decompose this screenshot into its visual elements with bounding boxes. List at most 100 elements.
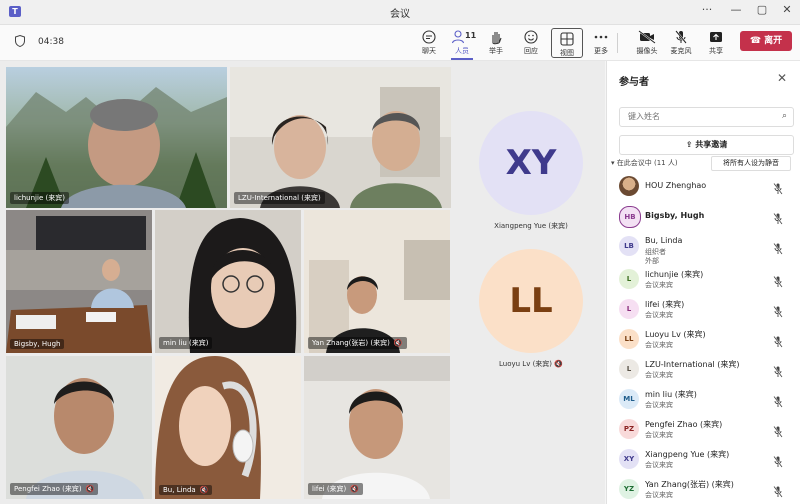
participant-name: lifei (来宾)	[645, 300, 685, 309]
search-box[interactable]: ⌕	[619, 107, 794, 127]
muted-mic-icon[interactable]	[773, 303, 783, 318]
avatar: PZ	[619, 419, 639, 439]
participant-name: Pengfei Zhao (来宾)	[645, 420, 723, 429]
participant-role: 会议来宾	[645, 341, 673, 349]
phone-hangup-icon: ☎	[749, 36, 762, 46]
video-tile[interactable]: min liu (来宾)	[155, 210, 301, 353]
participant-video	[6, 87, 227, 208]
minimize-button[interactable]: —	[726, 3, 746, 16]
participant-row[interactable]: HB Bigsby, Hugh	[607, 202, 800, 230]
close-icon[interactable]: ✕	[777, 71, 787, 85]
leave-button[interactable]: ☎ 离开	[740, 31, 792, 51]
share-invite-label: 共享邀请	[695, 140, 728, 149]
chat-button[interactable]: 聊天	[414, 27, 444, 59]
video-tile[interactable]: Yan Zhang(张岩) (来宾) 🔇	[304, 210, 450, 353]
react-button[interactable]: 回应	[516, 27, 546, 59]
participant-role: 会议来宾	[645, 281, 673, 289]
close-window-button[interactable]: ✕	[777, 3, 797, 16]
avatar: LL	[619, 329, 639, 349]
raise-hand-icon	[492, 32, 502, 45]
maximize-button[interactable]: ▢	[752, 3, 772, 16]
avatar: YZ	[619, 479, 639, 499]
tile-name-label: Yan Zhang(张岩) (来宾) 🔇	[308, 337, 407, 349]
participant-name: Yan Zhang(张岩) (来宾)	[645, 480, 734, 489]
muted-mic-icon[interactable]	[773, 363, 783, 378]
avatar-tile[interactable]: XY Xiangpeng Yue (来宾)	[466, 111, 596, 231]
camera-button[interactable]: 摄像头	[632, 27, 662, 59]
participant-name: Bigsby, Hugh	[645, 211, 705, 220]
search-icon[interactable]: ⌕	[782, 111, 787, 121]
tile-name-label: Pengfei Zhao (来宾) 🔇	[10, 483, 99, 495]
tile-name-label: min liu (来宾)	[159, 337, 213, 349]
in-meeting-header[interactable]: ▾ 在此会议中 (11 人)	[611, 158, 678, 168]
muted-mic-icon: 🔇	[199, 486, 209, 494]
muted-mic-icon[interactable]	[773, 210, 783, 225]
search-input[interactable]	[626, 111, 770, 122]
participant-name: min liu (来宾)	[645, 390, 697, 399]
participant-row[interactable]: LB Bu, Linda 组织者 外部	[607, 232, 800, 265]
muted-mic-icon: 🔇	[350, 485, 360, 493]
participant-row[interactable]: PZ Pengfei Zhao (来宾) 会议来宾	[607, 415, 800, 443]
microphone-label: 麦克风	[670, 47, 692, 55]
participant-video	[6, 210, 152, 353]
raise-hand-button[interactable]: 举手	[481, 27, 511, 59]
avatar-tile[interactable]: LL Luoyu Lv (来宾) 🔇	[466, 249, 596, 369]
video-tile[interactable]: Bu, Linda 🔇	[155, 356, 301, 499]
chat-label: 聊天	[422, 47, 436, 55]
participant-row[interactable]: Llichunjie (来宾) 会议来宾	[607, 265, 800, 293]
participant-role: 会议来宾	[645, 431, 673, 439]
muted-mic-icon[interactable]	[773, 273, 783, 288]
avatar: L	[619, 359, 639, 379]
tile-name-label: lichunjie (来宾)	[10, 192, 69, 204]
chat-icon	[422, 30, 436, 44]
muted-mic-icon[interactable]	[773, 180, 783, 195]
share-invite-button[interactable]: ⇪ 共享邀请	[619, 135, 794, 155]
avatar-tile-name: Luoyu Lv (来宾)	[499, 360, 553, 368]
shield-icon[interactable]	[15, 35, 25, 47]
participant-video	[155, 210, 301, 353]
camera-label: 摄像头	[636, 47, 658, 55]
more-options-icon[interactable]: ···	[697, 3, 717, 16]
more-button[interactable]: 更多	[586, 27, 616, 59]
video-tile[interactable]: Pengfei Zhao (来宾) 🔇	[6, 356, 152, 499]
camera-off-icon	[638, 30, 656, 44]
participant-role: 会议来宾	[645, 311, 673, 319]
muted-mic-icon[interactable]	[773, 453, 783, 468]
participant-video	[155, 356, 301, 499]
microphone-button[interactable]: 麦克风	[666, 27, 696, 59]
muted-mic-icon[interactable]	[773, 423, 783, 438]
tile-name-text: lifei (来宾)	[312, 485, 347, 493]
participant-row[interactable]: ML min liu (来宾) 会议来宾	[607, 385, 800, 413]
view-button[interactable]: 视图	[551, 28, 583, 58]
participant-row[interactable]: LL Luoyu Lv (来宾) 会议来宾	[607, 325, 800, 353]
mute-all-button[interactable]: 将所有人设为静音	[711, 156, 791, 171]
participant-name: lichunjie (来宾)	[645, 270, 704, 279]
participant-row[interactable]: HOU Zhenghao	[607, 172, 800, 200]
participant-name: LZU-International (来宾)	[645, 360, 740, 369]
participant-video	[304, 210, 450, 353]
participant-row[interactable]: YZ Yan Zhang(张岩) (来宾) 会议来宾	[607, 475, 800, 503]
people-button[interactable]: 11 人员	[447, 27, 477, 60]
muted-mic-icon[interactable]	[773, 393, 783, 408]
participant-role: 会议来宾	[645, 461, 673, 469]
share-label: 共享	[709, 47, 723, 55]
panel-title: 参与者	[619, 77, 649, 88]
participants-panel: 参与者 ✕ ⌕ ⇪ 共享邀请 ▾ 在此会议中 (11 人) 将所有人设为静音 H…	[606, 61, 800, 504]
participant-row[interactable]: L LZU-International (来宾) 会议来宾	[607, 355, 800, 383]
video-tile[interactable]: lifei (来宾) 🔇	[304, 356, 450, 499]
share-button[interactable]: 共享	[701, 27, 731, 59]
window-title: 会议	[390, 9, 410, 20]
participant-name: Bu, Linda	[645, 236, 683, 245]
video-tile[interactable]: LZU-International (来宾)	[230, 67, 451, 208]
title-bar: T 会议 ··· — ▢ ✕	[0, 0, 800, 25]
video-tile[interactable]: Bigsby, Hugh	[6, 210, 152, 353]
avatar	[619, 176, 639, 196]
participant-row[interactable]: XY Xiangpeng Yue (来宾) 会议来宾	[607, 445, 800, 473]
video-tile[interactable]: lichunjie (来宾)	[6, 67, 227, 208]
muted-mic-icon[interactable]	[773, 333, 783, 348]
people-label: 人员	[455, 47, 469, 55]
muted-mic-icon[interactable]	[773, 240, 783, 255]
tile-name-label: lifei (来宾) 🔇	[308, 483, 364, 495]
participant-row[interactable]: Llifei (来宾) 会议来宾	[607, 295, 800, 323]
muted-mic-icon[interactable]	[773, 483, 783, 498]
